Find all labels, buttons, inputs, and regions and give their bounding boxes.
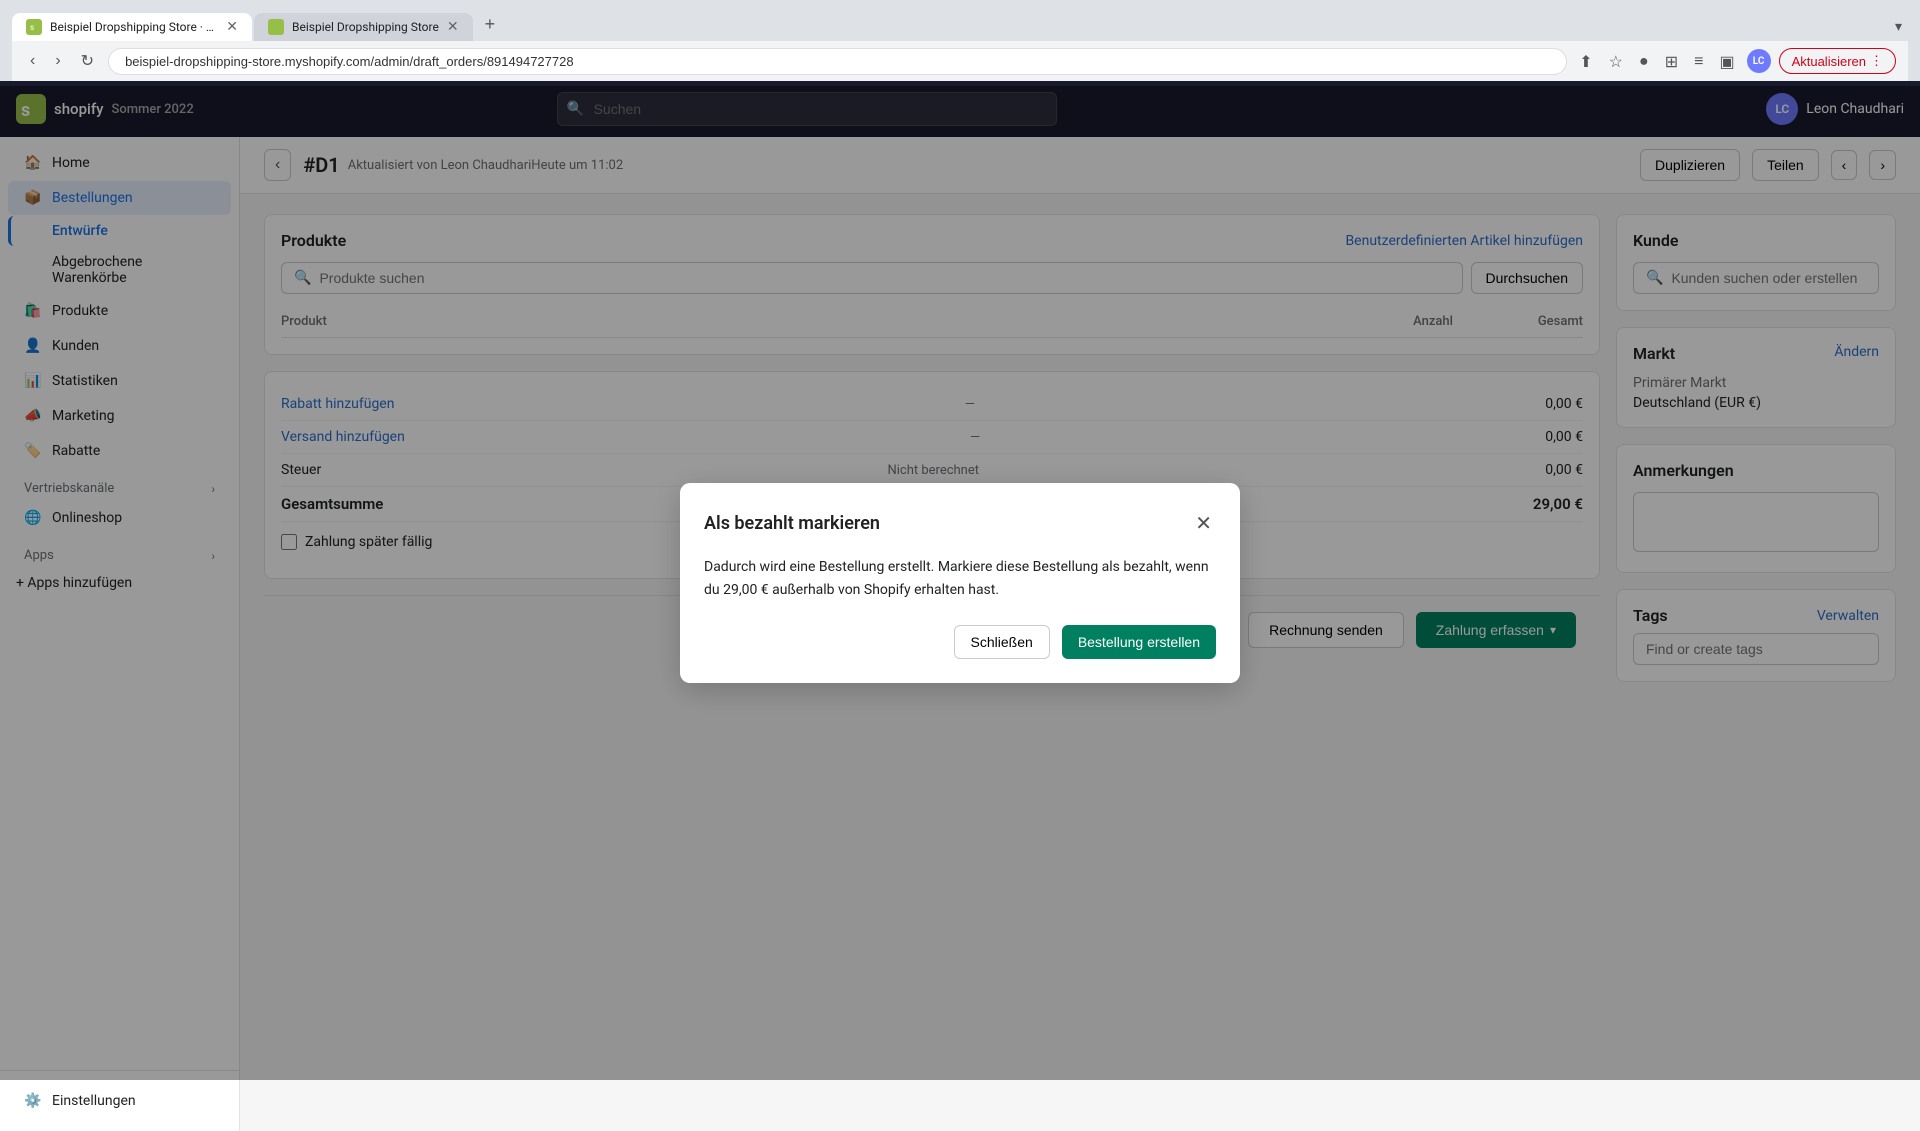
svg-text:s: s (30, 23, 34, 32)
modal-cancel-button[interactable]: Schließen (954, 625, 1050, 659)
share-icon[interactable]: ⬆ (1575, 48, 1596, 75)
modal: Als bezahlt markieren ✕ Dadurch wird ein… (680, 483, 1240, 683)
modal-footer: Schließen Bestellung erstellen (704, 625, 1216, 659)
browser-chrome: s Beispiel Dropshipping Store · E... ✕ B… (0, 0, 1920, 81)
extension-icon-1[interactable]: ● (1635, 47, 1653, 75)
browser-toolbar: ‹ › ↻ ⬆ ☆ ● ⊞ ≡ ▣ LC Aktualisieren ⋮ (12, 41, 1908, 81)
new-tab-button[interactable]: + (475, 8, 506, 41)
browser-tab-2[interactable]: Beispiel Dropshipping Store ✕ (254, 13, 473, 41)
tab-favicon-2 (268, 19, 284, 35)
sidebar-label-einstellungen: Einstellungen (52, 1093, 136, 1109)
address-bar[interactable] (108, 48, 1567, 75)
extension-icon-2[interactable]: ⊞ (1661, 48, 1682, 75)
aktualisieren-button[interactable]: Aktualisieren ⋮ (1779, 48, 1896, 74)
forward-button[interactable]: › (49, 48, 66, 74)
modal-overlay: Als bezahlt markieren ✕ Dadurch wird ein… (0, 86, 1920, 1080)
tab-title-2: Beispiel Dropshipping Store (292, 20, 439, 34)
reload-button[interactable]: ↻ (75, 47, 100, 75)
tab-favicon-1: s (26, 19, 42, 35)
window-icon[interactable]: ▣ (1715, 48, 1738, 75)
toolbar-actions: ⬆ ☆ ● ⊞ ≡ ▣ LC Aktualisieren ⋮ (1575, 47, 1896, 75)
tab-title-1: Beispiel Dropshipping Store · E... (50, 20, 218, 34)
tab-close-2[interactable]: ✕ (447, 19, 459, 35)
aktualisieren-chevron: ⋮ (1870, 53, 1883, 69)
tab-close-1[interactable]: ✕ (226, 19, 238, 35)
browser-tab-active[interactable]: s Beispiel Dropshipping Store · E... ✕ (12, 13, 252, 41)
bookmark-icon[interactable]: ☆ (1605, 48, 1627, 75)
sidebar-item-einstellungen[interactable]: ⚙️ Einstellungen (8, 1084, 231, 1118)
browser-tabs: s Beispiel Dropshipping Store · E... ✕ B… (12, 8, 1908, 41)
modal-header: Als bezahlt markieren ✕ (704, 507, 1216, 540)
modal-body: Dadurch wird eine Bestellung erstellt. M… (704, 556, 1216, 601)
einstellungen-icon: ⚙️ (24, 1093, 42, 1109)
tab-dropdown[interactable]: ▾ (1889, 13, 1908, 41)
modal-confirm-button[interactable]: Bestellung erstellen (1062, 625, 1216, 659)
back-button[interactable]: ‹ (24, 48, 41, 74)
modal-close-button[interactable]: ✕ (1191, 507, 1216, 540)
browser-user-avatar[interactable]: LC (1747, 49, 1771, 73)
modal-title: Als bezahlt markieren (704, 513, 880, 534)
extension-icon-3[interactable]: ≡ (1690, 47, 1707, 75)
